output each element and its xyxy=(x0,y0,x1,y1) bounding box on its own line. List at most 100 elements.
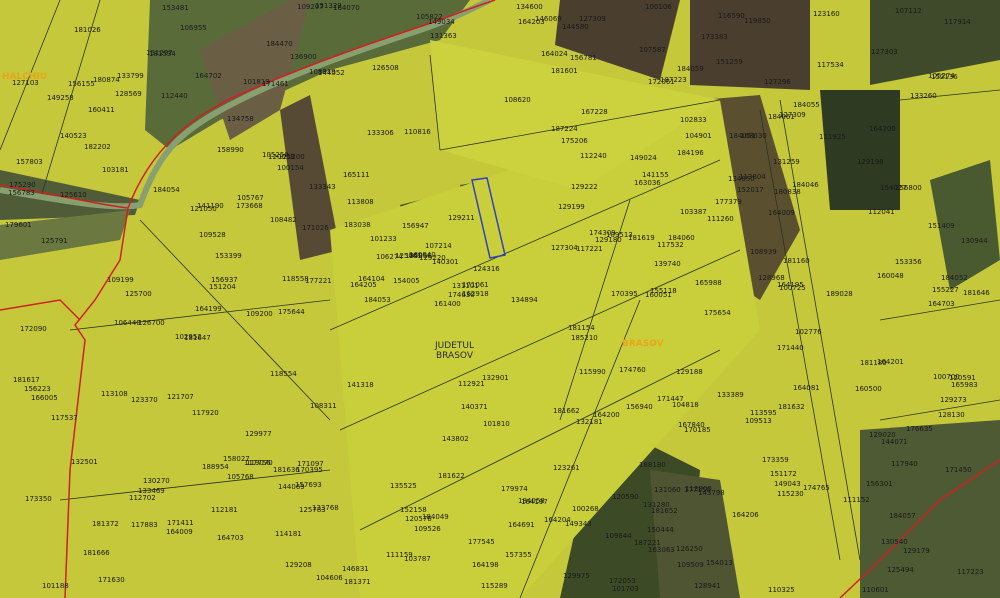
parcel-label[interactable]: 133469 xyxy=(138,487,165,495)
parcel-label[interactable]: 102776 xyxy=(795,328,822,336)
parcel-label[interactable]: 181372 xyxy=(92,520,119,528)
parcel-label[interactable]: 164691 xyxy=(508,521,535,529)
parcel-label[interactable]: 112041 xyxy=(868,208,895,216)
parcel-label[interactable]: 109528 xyxy=(199,231,226,239)
parcel-label[interactable]: 153356 xyxy=(895,258,922,266)
parcel-label[interactable]: 164104 xyxy=(358,275,385,283)
parcel-label[interactable]: 115289 xyxy=(481,582,508,590)
parcel-label[interactable]: 129188 xyxy=(676,368,703,376)
parcel-label[interactable]: 189028 xyxy=(826,290,853,298)
parcel-label[interactable]: 112240 xyxy=(580,152,607,160)
parcel-label[interactable]: 174760 xyxy=(619,366,646,374)
parcel-label[interactable]: 111159 xyxy=(386,551,413,559)
parcel-label[interactable]: 106440 xyxy=(114,319,141,327)
parcel-label[interactable]: 171411 xyxy=(167,519,194,527)
parcel-label[interactable]: 170395 xyxy=(611,290,638,298)
parcel-label[interactable]: 151409 xyxy=(928,222,955,230)
parcel-label[interactable]: 154027 xyxy=(880,184,907,192)
parcel-label[interactable]: 140301 xyxy=(432,258,459,266)
parcel-label[interactable]: 129273 xyxy=(940,396,967,404)
parcel-label[interactable]: 180838 xyxy=(774,188,801,196)
parcel-label[interactable]: 135525 xyxy=(390,482,417,490)
parcel-label[interactable]: 183038 xyxy=(344,221,371,229)
parcel-label[interactable]: 109513 xyxy=(606,231,633,239)
parcel-label[interactable]: 128130 xyxy=(938,411,965,419)
parcel-label[interactable]: 181180 xyxy=(860,359,887,367)
parcel-label[interactable]: 131060 xyxy=(654,486,681,494)
parcel-label[interactable]: 177545 xyxy=(468,538,495,546)
parcel-label[interactable]: 143802 xyxy=(442,435,469,443)
parcel-label[interactable]: 124316 xyxy=(473,265,500,273)
parcel-label[interactable]: 113595 xyxy=(750,409,777,417)
parcel-label[interactable]: 141155 xyxy=(642,171,669,179)
parcel-label[interactable]: 117537 xyxy=(51,414,78,422)
parcel-label[interactable]: 133389 xyxy=(717,391,744,399)
parcel-label[interactable]: 149043 xyxy=(774,480,801,488)
parcel-label[interactable]: 105250 xyxy=(262,151,289,159)
parcel-label[interactable]: 125700 xyxy=(125,290,152,298)
parcel-label[interactable]: 127103 xyxy=(12,79,39,87)
parcel-label[interactable]: 181154 xyxy=(568,324,595,332)
parcel-label[interactable]: 182202 xyxy=(84,143,111,151)
parcel-label[interactable]: 102833 xyxy=(680,116,707,124)
parcel-label[interactable]: 156783 xyxy=(8,189,35,197)
parcel-label[interactable]: 149258 xyxy=(47,94,74,102)
parcel-label[interactable]: 120591 xyxy=(949,374,976,382)
parcel-label[interactable]: 154013 xyxy=(706,559,733,567)
parcel-label[interactable]: 173359 xyxy=(762,456,789,464)
parcel-label[interactable]: 184059 xyxy=(677,65,704,73)
parcel-label[interactable]: 113108 xyxy=(101,390,128,398)
parcel-label[interactable]: 131259 xyxy=(773,158,800,166)
parcel-label[interactable]: 117534 xyxy=(817,61,844,69)
parcel-label[interactable]: 175206 xyxy=(561,137,588,145)
parcel-label[interactable]: 177379 xyxy=(715,198,742,206)
parcel-label[interactable]: 105274 xyxy=(928,72,955,80)
parcel-label[interactable]: 128968 xyxy=(758,274,785,282)
parcel-label[interactable]: 153399 xyxy=(215,252,242,260)
parcel-label[interactable]: 134758 xyxy=(227,115,254,123)
parcel-label[interactable]: 104818 xyxy=(672,401,699,409)
parcel-label[interactable]: 161400 xyxy=(434,300,461,308)
parcel-label[interactable]: 184052 xyxy=(941,274,968,282)
parcel-label[interactable]: 171630 xyxy=(98,576,125,584)
parcel-label[interactable]: 112921 xyxy=(458,380,485,388)
parcel-label[interactable]: 107587 xyxy=(639,46,666,54)
parcel-label[interactable]: 129211 xyxy=(448,214,475,222)
parcel-label[interactable]: 110816 xyxy=(404,128,431,136)
parcel-label[interactable]: 156940 xyxy=(626,403,653,411)
parcel-label[interactable]: 140523 xyxy=(60,132,87,140)
parcel-label[interactable]: 164199 xyxy=(195,305,222,313)
parcel-label[interactable]: 166005 xyxy=(31,394,58,402)
parcel-label[interactable]: 173350 xyxy=(25,495,52,503)
parcel-label[interactable]: 171440 xyxy=(777,344,804,352)
parcel-label[interactable]: 150444 xyxy=(647,526,674,534)
parcel-label[interactable]: 170185 xyxy=(684,426,711,434)
parcel-label[interactable]: 160500 xyxy=(855,385,882,393)
parcel-label[interactable]: 112440 xyxy=(161,92,188,100)
parcel-label[interactable]: 113808 xyxy=(347,198,374,206)
parcel-label[interactable]: 100725 xyxy=(779,284,806,292)
parcel-label[interactable]: 156781 xyxy=(570,54,597,62)
parcel-label[interactable]: 144071 xyxy=(881,438,908,446)
parcel-label[interactable]: 125494 xyxy=(887,566,914,574)
parcel-label[interactable]: 129208 xyxy=(285,561,312,569)
parcel-label[interactable]: 110601 xyxy=(862,586,889,594)
parcel-label[interactable]: 111152 xyxy=(843,496,870,504)
parcel-label[interactable]: 176635 xyxy=(906,425,933,433)
parcel-label[interactable]: 128569 xyxy=(115,90,142,98)
parcel-label[interactable]: 164198 xyxy=(472,561,499,569)
parcel-label[interactable]: 127296 xyxy=(764,78,791,86)
parcel-label[interactable]: 181617 xyxy=(13,376,40,384)
parcel-label[interactable]: 109844 xyxy=(605,532,632,540)
parcel-label[interactable]: 158990 xyxy=(217,146,244,154)
parcel-label[interactable]: 133768 xyxy=(312,504,339,512)
parcel-label[interactable]: 127303 xyxy=(871,48,898,56)
parcel-label[interactable]: 152158 xyxy=(400,506,427,514)
parcel-label[interactable]: 115230 xyxy=(777,490,804,498)
parcel-label[interactable]: 129975 xyxy=(563,572,590,580)
parcel-label[interactable]: 112702 xyxy=(129,494,156,502)
parcel-label[interactable]: 123160 xyxy=(813,10,840,18)
parcel-label[interactable]: 141318 xyxy=(347,381,374,389)
parcel-label[interactable]: 172061 xyxy=(648,78,675,86)
parcel-label[interactable]: 107112 xyxy=(895,7,922,15)
